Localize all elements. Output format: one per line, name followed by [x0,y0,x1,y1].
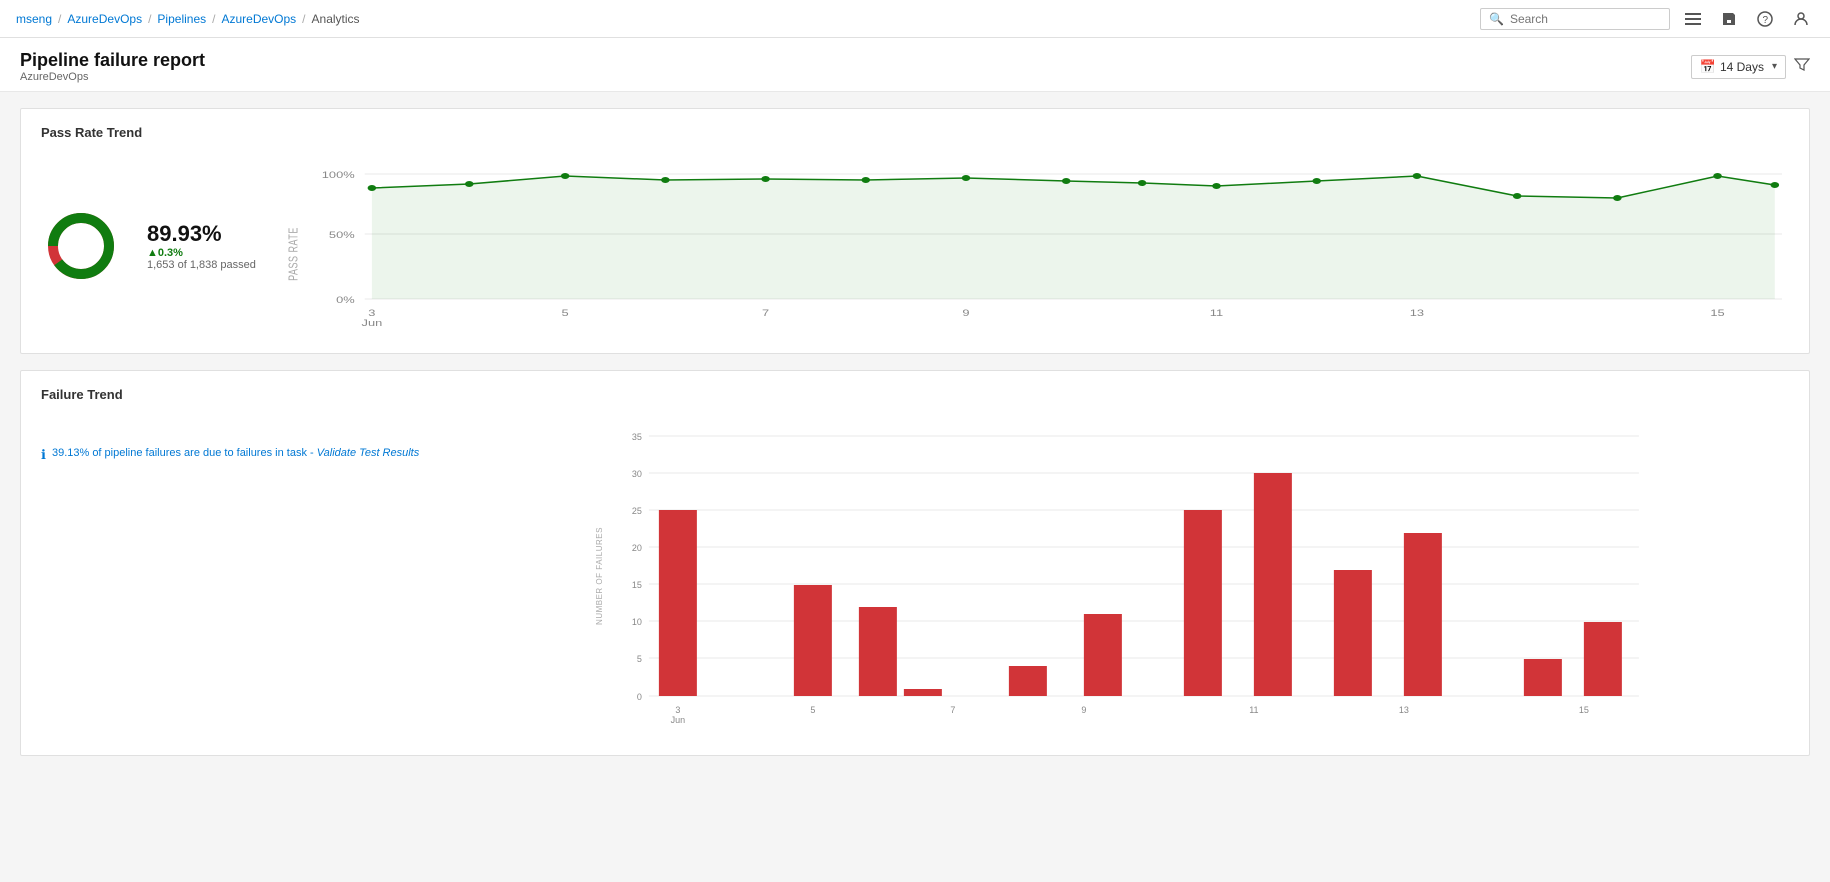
filter-button[interactable] [1794,56,1810,77]
svg-text:5: 5 [561,309,568,319]
bar-day12 [1404,533,1442,696]
svg-text:NUMBER OF FAILURES: NUMBER OF FAILURES [595,527,604,625]
failure-trend-card: Failure Trend ℹ 39.13% of pipeline failu… [20,370,1810,756]
donut-chart [41,206,121,286]
bar-day3 [659,510,697,696]
user-icon [1793,11,1809,27]
svg-text:15: 15 [1579,705,1589,715]
help-icon-button[interactable]: ? [1752,9,1778,29]
svg-text:0%: 0% [336,296,355,306]
breadcrumb-pipelines[interactable]: Pipelines [157,12,206,26]
header-controls: 📅 14 Days ▾ [1691,55,1810,79]
breadcrumb: mseng / AzureDevOps / Pipelines / AzureD… [16,12,360,26]
svg-text:25: 25 [632,506,642,516]
svg-text:20: 20 [632,543,642,553]
topbar-actions: 🔍 ? [1480,8,1814,30]
sep2: / [148,12,151,26]
failure-trend-title: Failure Trend [41,387,1789,402]
save-icon [1721,11,1737,27]
svg-text:15: 15 [1710,309,1724,319]
sep3: / [212,12,215,26]
pass-rate-left: 89.93% ▲0.3% 1,653 of 1,838 passed [41,206,256,286]
svg-text:30: 30 [632,469,642,479]
svg-text:15: 15 [632,580,642,590]
list-icon [1685,11,1701,27]
bar-day6 [859,607,897,696]
info-icon: ℹ [41,447,46,463]
main-content: Pass Rate Trend 89.93% ▲0 [0,92,1830,772]
pass-rate-content: 89.93% ▲0.3% 1,653 of 1,838 passed PASS … [41,154,1789,337]
svg-text:10: 10 [632,617,642,627]
bar-day15 [1584,622,1622,696]
breadcrumb-azuredevops2[interactable]: AzureDevOps [221,12,296,26]
bar-chart-left: ℹ 39.13% of pipeline failures are due to… [41,416,419,463]
filter-icon [1794,56,1810,72]
breadcrumb-analytics: Analytics [312,12,360,26]
svg-text:Jun: Jun [671,715,686,725]
svg-text:35: 35 [632,432,642,442]
search-icon: 🔍 [1489,12,1504,26]
bar-day7b [1009,666,1047,696]
user-icon-button[interactable] [1788,9,1814,29]
failure-info: ℹ 39.13% of pipeline failures are due to… [41,446,419,463]
bar-day10 [1254,473,1292,696]
days-selector[interactable]: 📅 14 Days ▾ [1691,55,1786,79]
sep1: / [58,12,61,26]
svg-text:7: 7 [762,309,769,319]
breadcrumb-azuredevops1[interactable]: AzureDevOps [67,12,142,26]
page-subtitle: AzureDevOps [20,71,205,83]
pass-rate-card: Pass Rate Trend 89.93% ▲0 [20,108,1810,354]
svg-text:5: 5 [811,705,816,715]
svg-text:9: 9 [962,309,969,319]
bar-day8 [1084,614,1122,696]
svg-text:11: 11 [1210,309,1223,319]
breadcrumb-mseng[interactable]: mseng [16,12,52,26]
svg-text:9: 9 [1082,705,1087,715]
line-chart-area: PASS RATE 100% 50% 0% [286,154,1789,337]
sep4: / [302,12,305,26]
bar-day6c [904,689,942,696]
pass-rate-title: Pass Rate Trend [41,125,1789,140]
save-icon-button[interactable] [1716,9,1742,29]
bar-day9 [1184,510,1222,696]
chevron-down-icon: ▾ [1772,61,1777,72]
rate-info: 89.93% ▲0.3% 1,653 of 1,838 passed [147,221,256,271]
svg-text:?: ? [1763,15,1769,26]
search-input[interactable] [1510,12,1661,26]
days-label: 14 Days [1720,60,1764,74]
help-icon: ? [1757,11,1773,27]
rate-change: ▲0.3% [147,247,256,259]
failure-info-text: 39.13% of pipeline failures are due to f… [52,446,419,461]
bar-day14 [1524,659,1562,696]
svg-text:100%: 100% [322,171,355,181]
page-title-block: Pipeline failure report AzureDevOps [20,50,205,83]
search-box[interactable]: 🔍 [1480,8,1670,30]
bar-chart-svg-area: NUMBER OF FAILURES 35 30 25 20 [449,416,1789,739]
topbar: mseng / AzureDevOps / Pipelines / AzureD… [0,0,1830,38]
svg-text:3: 3 [368,309,375,319]
svg-text:3: 3 [676,705,681,715]
line-chart-svg: PASS RATE 100% 50% 0% [286,154,1789,334]
svg-text:13: 13 [1410,309,1424,319]
bar-day11 [1334,570,1372,696]
page-header: Pipeline failure report AzureDevOps 📅 14… [0,38,1830,92]
rate-percent: 89.93% [147,221,256,247]
svg-text:11: 11 [1249,705,1258,715]
svg-text:Jun: Jun [361,319,382,329]
svg-text:5: 5 [637,654,642,664]
bar-day5 [794,585,832,696]
page-title: Pipeline failure report [20,50,205,71]
bar-chart-svg: NUMBER OF FAILURES 35 30 25 20 [449,416,1789,736]
svg-text:7: 7 [951,705,956,715]
svg-text:0: 0 [637,692,642,702]
svg-text:50%: 50% [329,231,355,241]
svg-text:13: 13 [1399,705,1409,715]
calendar-icon: 📅 [1700,59,1716,75]
list-icon-button[interactable] [1680,9,1706,29]
bar-chart-container: ℹ 39.13% of pipeline failures are due to… [41,416,1789,739]
svg-text:PASS RATE: PASS RATE [287,227,301,281]
rate-detail: 1,653 of 1,838 passed [147,259,256,271]
